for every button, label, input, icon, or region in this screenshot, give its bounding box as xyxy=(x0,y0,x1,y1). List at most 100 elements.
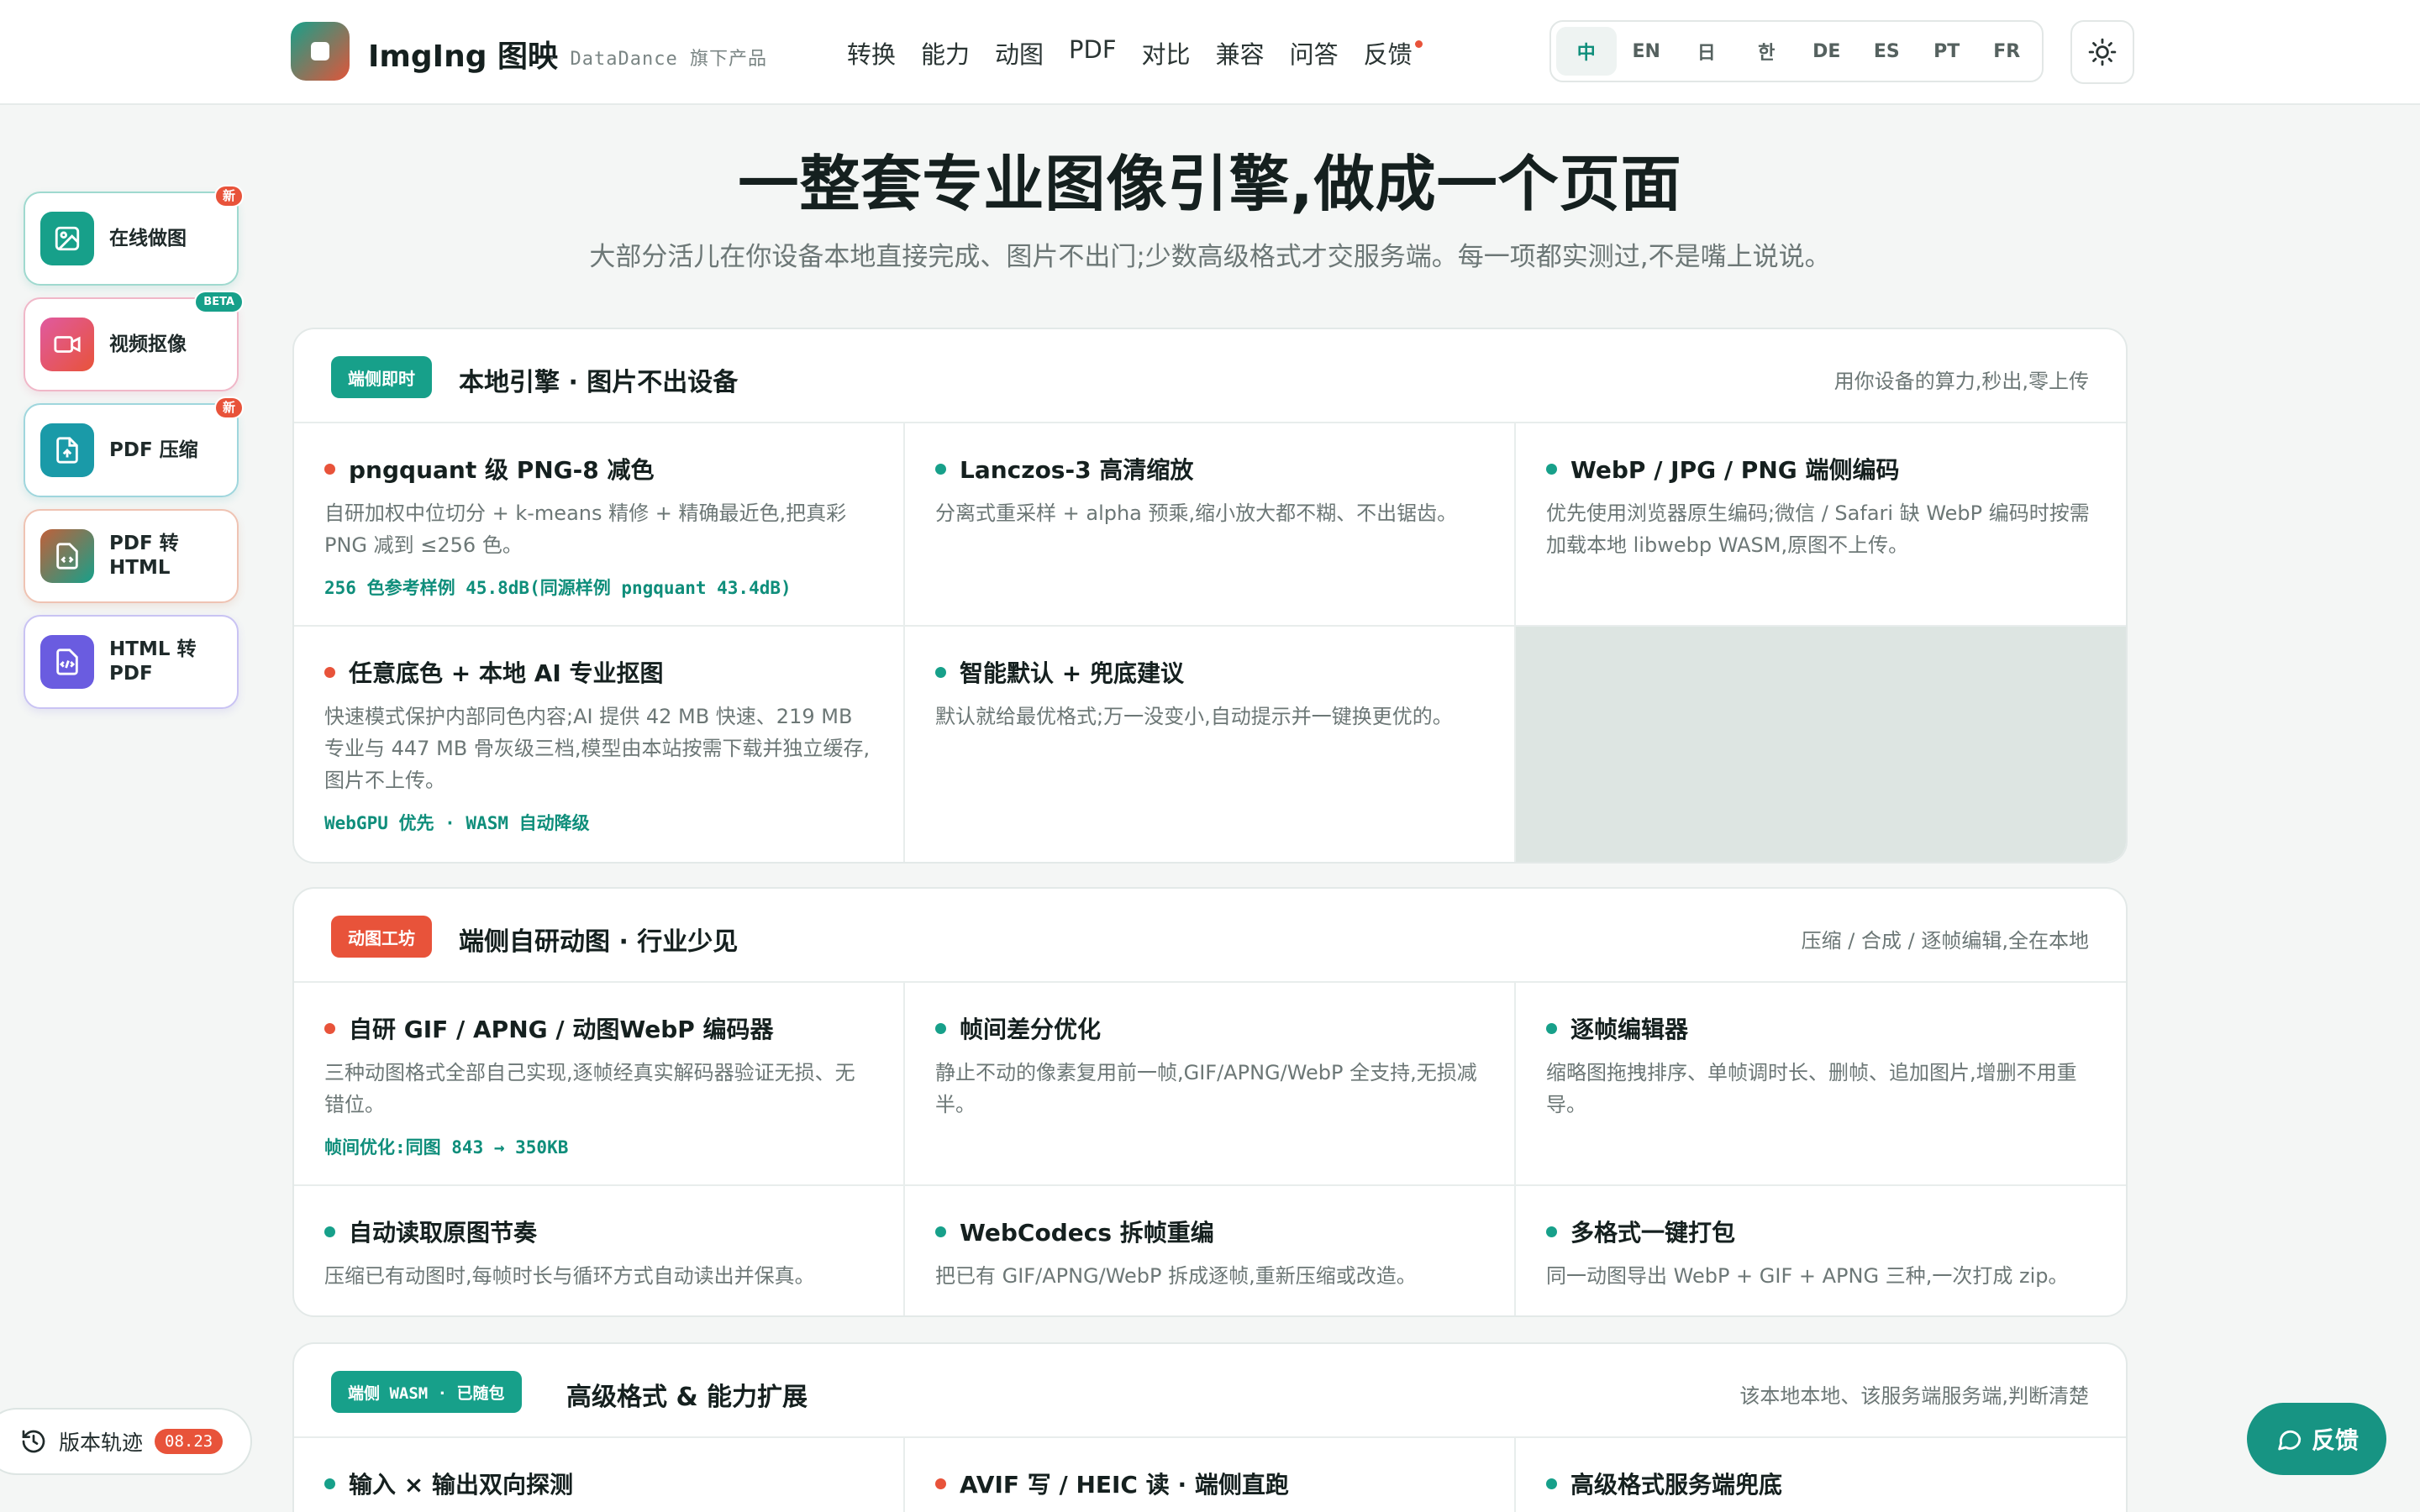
image-edit-icon xyxy=(40,212,94,265)
section-title: 高级格式 & 能力扩展 xyxy=(566,1383,808,1412)
status-dot xyxy=(935,666,946,678)
nav-compare[interactable]: 对比 xyxy=(1142,35,1191,71)
side-tool-pdf-compress[interactable]: PDF 压缩 新 xyxy=(24,396,244,497)
nav-pdf[interactable]: PDF xyxy=(1069,35,1117,71)
feature-grid: 输入 × 输出双向探测 AVIF 写 / HEIC 读 · 端侧直跑 高级格式服… xyxy=(294,1438,2126,1512)
nav-animation[interactable]: 动图 xyxy=(995,35,1044,71)
version-label: 版本轨迹 xyxy=(59,1431,144,1455)
theme-toggle-button[interactable] xyxy=(2070,20,2134,84)
feature-card: 逐帧编辑器 缩略图拖拽排序、单帧调时长、删帧、追加图片,增删不用重导。 xyxy=(1516,983,2126,1186)
main-nav: 转换 能力 动图 PDF 对比 兼容 问答 反馈 xyxy=(847,35,1438,71)
feature-title: 高级格式服务端兜底 xyxy=(1570,1471,1783,1499)
lang-ja[interactable]: 日 xyxy=(1676,27,1737,76)
sun-icon xyxy=(2088,38,2117,66)
code-file-icon xyxy=(40,529,94,583)
brand-subtitle: · DataDance 旗下产品 xyxy=(546,49,767,70)
html-pdf-icon xyxy=(40,635,94,689)
side-tool-pdf-to-html[interactable]: PDF 转 HTML xyxy=(24,509,239,603)
feature-card: 高级格式服务端兜底 xyxy=(1516,1438,2126,1512)
version-tag: 08.23 xyxy=(155,1429,224,1454)
lang-zh[interactable]: 中 xyxy=(1556,27,1617,76)
feature-title: WebP / JPG / PNG 端侧编码 xyxy=(1570,456,1900,484)
section-tag: 端侧即时 xyxy=(331,356,432,398)
feature-desc: 自研加权中位切分 + k-means 精修 + 精确最近色,把真彩 PNG 减到… xyxy=(324,501,847,557)
feature-title: 任意底色 + 本地 AI 专业抠图 xyxy=(349,659,664,687)
feature-desc: 默认就给最优格式;万一没变小,自动提示并一键换更优的。 xyxy=(935,705,1453,728)
section-tag: 动图工坊 xyxy=(331,916,432,958)
feature-title: 多格式一键打包 xyxy=(1570,1219,1736,1247)
feature-desc: 压缩已有动图时,每帧时长与循环方式自动读出并保真。 xyxy=(324,1264,815,1288)
section-animation-workshop: 动图工坊 端侧自研动图 · 行业少见 压缩 / 合成 / 逐帧编辑,全在本地 自… xyxy=(292,887,2128,1317)
feature-card: 智能默认 + 兜底建议 默认就给最优格式;万一没变小,自动提示并一键换更优的。 xyxy=(905,627,1516,862)
status-dot xyxy=(324,666,335,678)
feature-card: WebCodecs 拆帧重编 把已有 GIF/APNG/WebP 拆成逐帧,重新… xyxy=(905,1186,1516,1315)
notification-dot xyxy=(1414,40,1423,48)
nav-feedback-label: 反馈 xyxy=(1363,40,1413,69)
nav-capabilities[interactable]: 能力 xyxy=(921,35,970,71)
feature-desc: 分离式重采样 + alpha 预乘,缩小放大都不糊、不出锯齿。 xyxy=(935,501,1458,525)
feature-card: 输入 × 输出双向探测 xyxy=(294,1438,905,1512)
lang-fr[interactable]: FR xyxy=(1977,27,2038,76)
section-tag: 端侧 WASM · 已随包 xyxy=(331,1371,522,1413)
side-tool-html-to-pdf[interactable]: HTML 转 PDF xyxy=(24,615,239,709)
feature-card: 任意底色 + 本地 AI 专业抠图 快速模式保护内部同色内容;AI 提供 42 … xyxy=(294,627,905,862)
feature-desc: 三种动图格式全部自己实现,逐帧经真实解码器验证无损、无错位。 xyxy=(324,1061,855,1116)
side-tool-label: PDF 压缩 xyxy=(109,438,198,461)
feature-title: 输入 × 输出双向探测 xyxy=(349,1471,573,1499)
lang-pt[interactable]: PT xyxy=(1917,27,1977,76)
brand-name[interactable]: ImgIng 图映 xyxy=(368,32,558,76)
feature-meta: WebGPU 优先 · WASM 自动降级 xyxy=(324,813,590,833)
section-advanced-formats: 端侧 WASM · 已随包 高级格式 & 能力扩展 该本地本地、该服务端服务端,… xyxy=(292,1342,2128,1512)
feature-card: 自研 GIF / APNG / 动图WebP 编码器 三种动图格式全部自己实现,… xyxy=(294,983,905,1186)
feature-desc: 快速模式保护内部同色内容;AI 提供 42 MB 快速、219 MB 专业与 4… xyxy=(324,705,871,792)
status-dot xyxy=(324,1478,335,1489)
feature-card: 多格式一键打包 同一动图导出 WebP + GIF + APNG 三种,一次打成… xyxy=(1516,1186,2126,1315)
feedback-button[interactable]: 反馈 xyxy=(2247,1403,2386,1475)
feature-grid: pngquant 级 PNG-8 减色 自研加权中位切分 + k-means 精… xyxy=(294,423,2126,862)
feature-title: pngquant 级 PNG-8 减色 xyxy=(349,456,655,484)
feature-desc: 静止不动的像素复用前一帧,GIF/APNG/WebP 全支持,无损减半。 xyxy=(935,1061,1477,1116)
feature-meta: 帧间优化:同图 843 → 350KB xyxy=(324,1137,569,1158)
feature-title: 智能默认 + 兜底建议 xyxy=(960,659,1184,687)
side-tool-label: HTML 转 PDF xyxy=(109,638,197,685)
feature-grid: 自研 GIF / APNG / 动图WebP 编码器 三种动图格式全部自己实现,… xyxy=(294,983,2126,1315)
lang-es[interactable]: ES xyxy=(1857,27,1918,76)
status-dot xyxy=(1546,1022,1557,1034)
section-header: 端侧即时 本地引擎 · 图片不出设备 用你设备的算力,秒出,零上传 xyxy=(294,329,2126,423)
feature-title: 逐帧编辑器 xyxy=(1570,1016,1689,1043)
history-icon xyxy=(22,1430,45,1453)
lang-en[interactable]: EN xyxy=(1617,27,1677,76)
feature-card: 自动读取原图节奏 压缩已有动图时,每帧时长与循环方式自动读出并保真。 xyxy=(294,1186,905,1315)
nav-feedback[interactable]: 反馈 xyxy=(1363,35,1423,71)
status-dot xyxy=(935,1478,946,1489)
feature-meta: 256 色参考样例 45.8dB(同源样例 pngquant 43.4dB) xyxy=(324,578,792,598)
status-dot xyxy=(1546,463,1557,475)
nav-compatibility[interactable]: 兼容 xyxy=(1216,35,1265,71)
beta-badge: BETA xyxy=(194,291,244,313)
feature-desc: 缩略图拖拽排序、单帧调时长、删帧、追加图片,增删不用重导。 xyxy=(1546,1061,2077,1116)
feature-card: AVIF 写 / HEIC 读 · 端侧直跑 xyxy=(905,1438,1516,1512)
side-tool-label: PDF 转 HTML xyxy=(109,533,179,579)
section-title: 端侧自研动图 · 行业少见 xyxy=(459,927,739,957)
version-history-button[interactable]: 版本轨迹 08.23 xyxy=(0,1408,252,1475)
feature-card: WebP / JPG / PNG 端侧编码 优先使用浏览器原生编码;微信 / S… xyxy=(1516,423,2126,627)
feature-desc: 把已有 GIF/APNG/WebP 拆成逐帧,重新压缩或改造。 xyxy=(935,1264,1417,1288)
section-note: 该本地本地、该服务端服务端,判断清楚 xyxy=(1739,1384,2089,1408)
status-dot xyxy=(324,463,335,475)
logo-icon[interactable] xyxy=(291,22,350,81)
status-dot xyxy=(324,1226,335,1237)
nav-faq[interactable]: 问答 xyxy=(1290,35,1339,71)
lang-ko[interactable]: 한 xyxy=(1737,27,1797,76)
nav-convert[interactable]: 转换 xyxy=(847,35,896,71)
side-tool-label: 在线做图 xyxy=(109,227,187,249)
feature-title: Lanczos-3 高清缩放 xyxy=(960,456,1194,484)
status-dot xyxy=(935,1022,946,1034)
feature-title: AVIF 写 / HEIC 读 · 端侧直跑 xyxy=(960,1471,1289,1499)
feature-title: 自研 GIF / APNG / 动图WebP 编码器 xyxy=(349,1016,774,1043)
chat-icon xyxy=(2278,1430,2302,1451)
status-dot xyxy=(935,1226,946,1237)
language-switcher: 中 EN 日 한 DE ES PT FR xyxy=(1549,20,2044,82)
side-tool-online-design[interactable]: 在线做图 新 xyxy=(24,185,244,286)
side-tool-video-matting[interactable]: 视频抠像 BETA xyxy=(24,291,244,391)
lang-de[interactable]: DE xyxy=(1797,27,1857,76)
